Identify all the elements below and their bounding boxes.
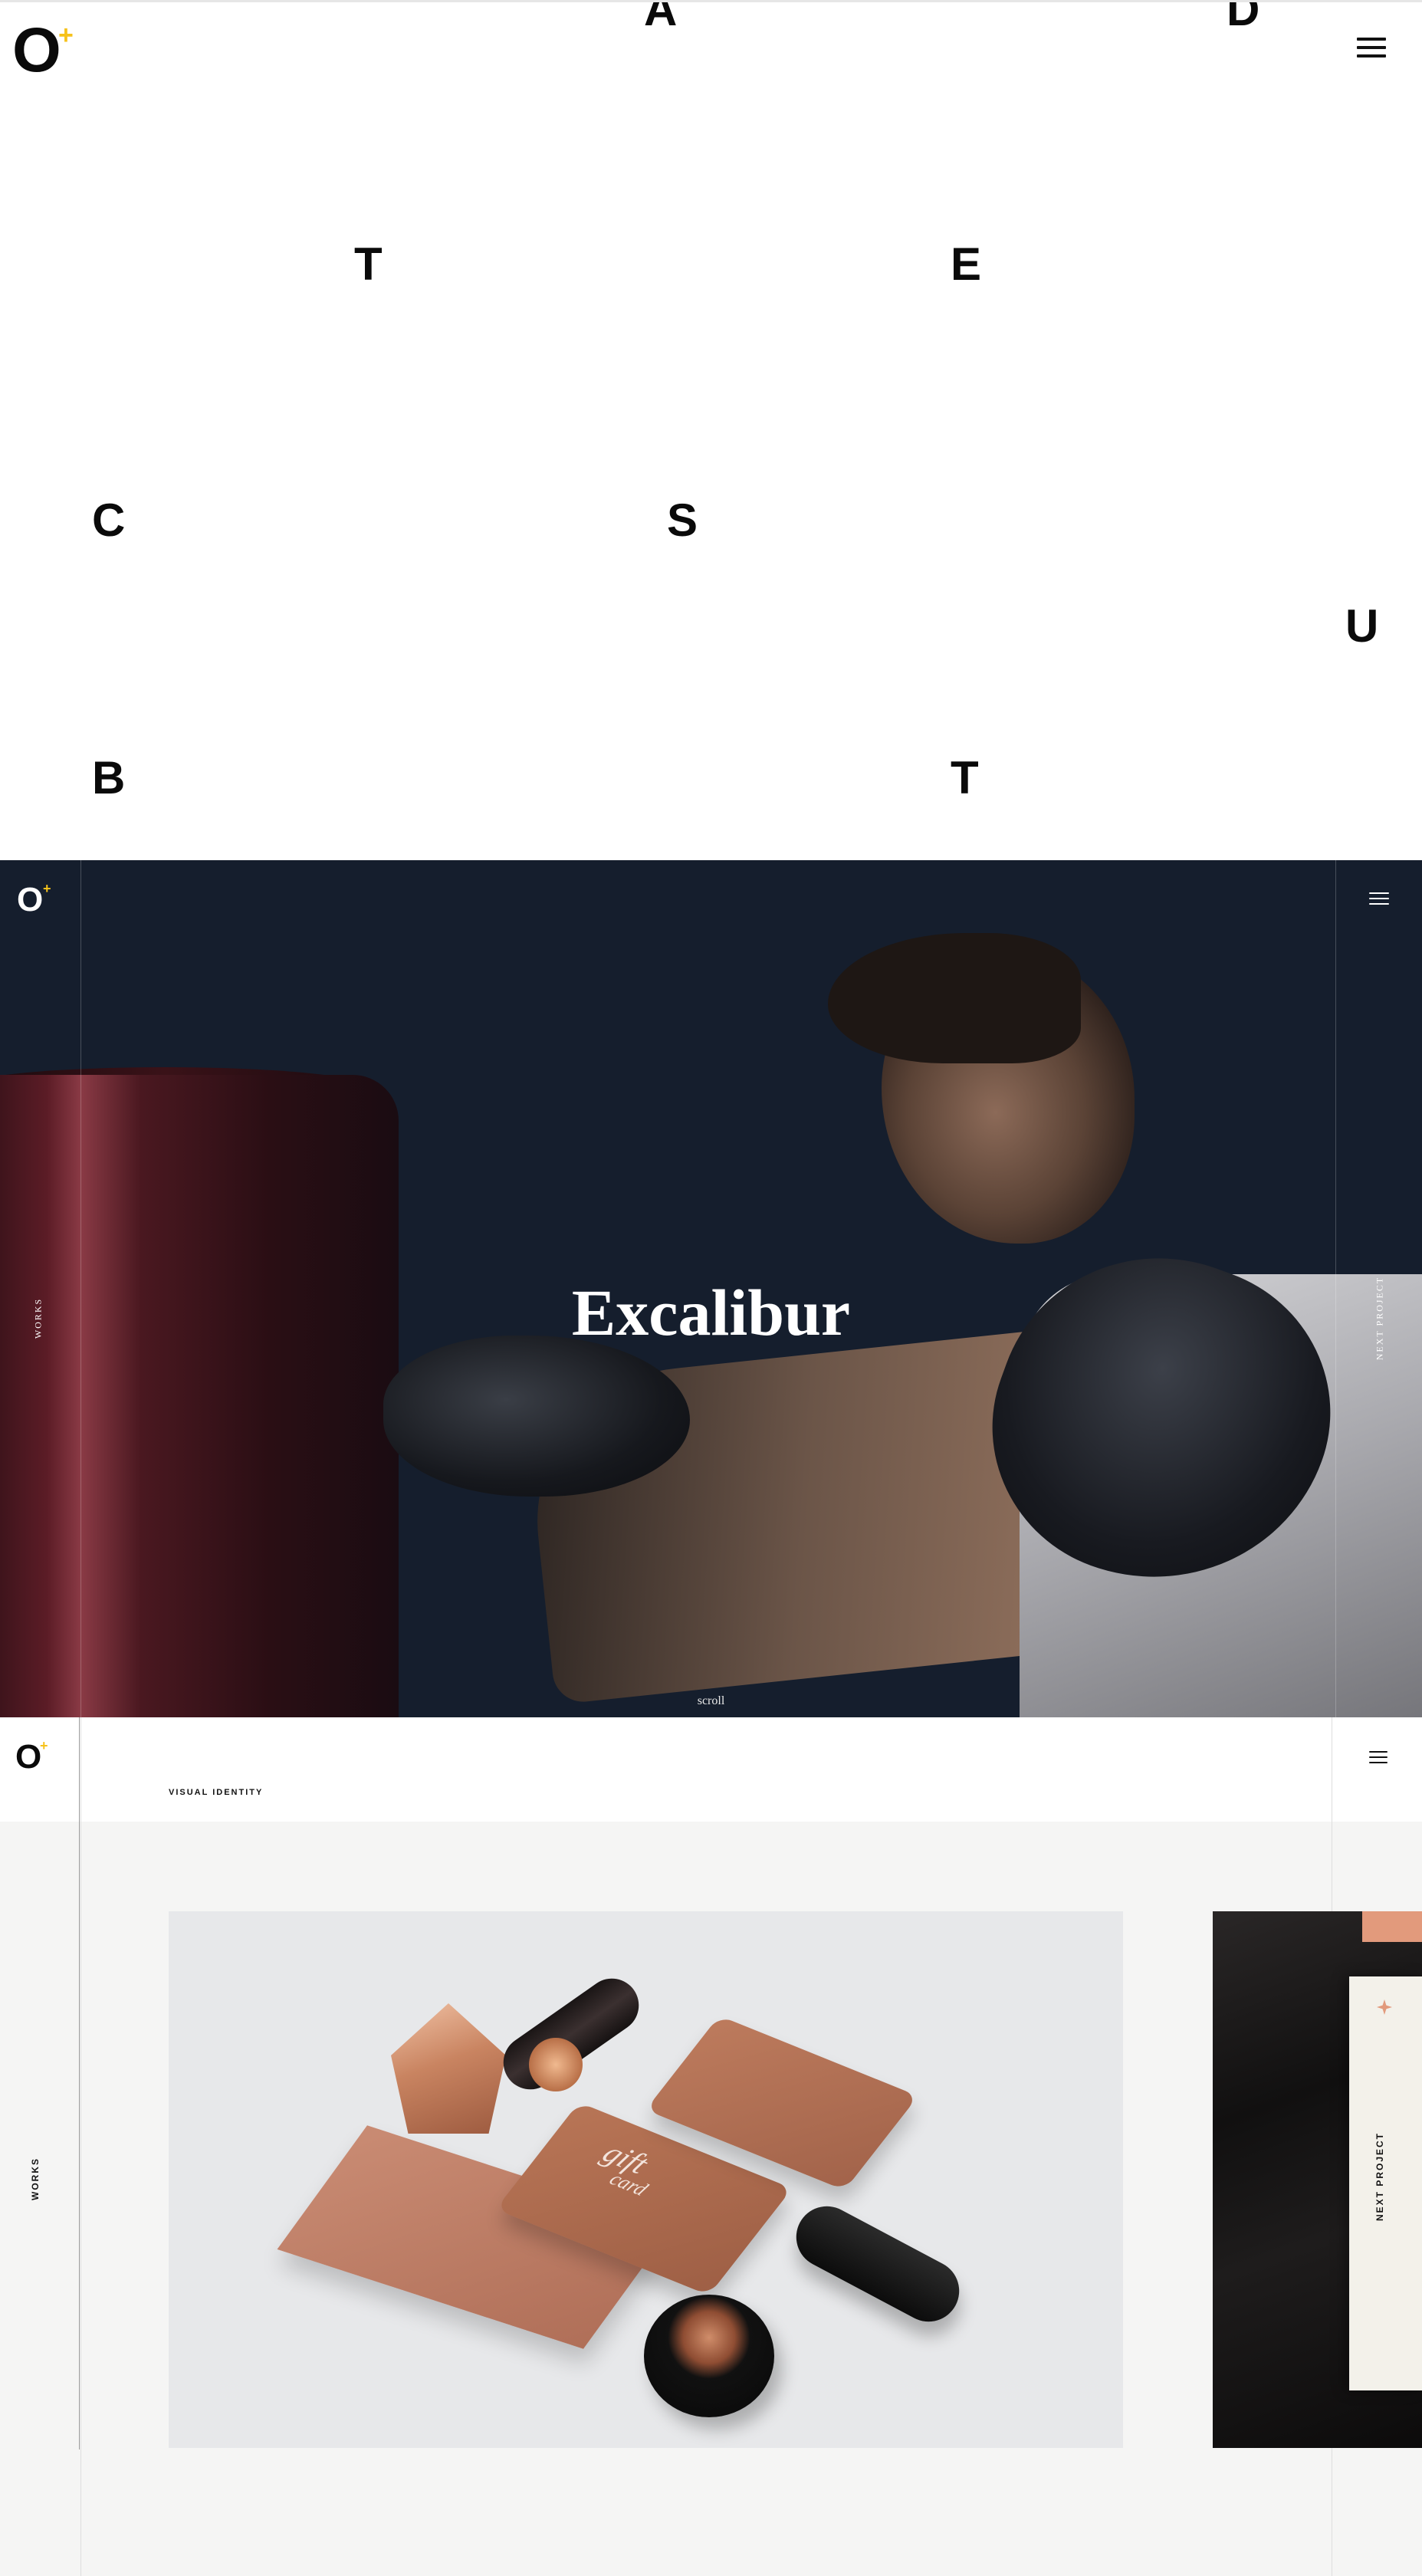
scattered-letter: C: [92, 495, 126, 546]
stapler-object: [785, 2195, 970, 2333]
copper-gem-object: [391, 2003, 506, 2134]
next-project-card[interactable]: [1213, 1911, 1422, 2448]
next-project-accent: [1362, 1911, 1422, 1942]
scattered-letter: T: [354, 238, 383, 290]
site-logo[interactable]: O +: [12, 19, 81, 82]
project-detail-section: O + VISUAL IDENTITY WORKS gift card NEXT…: [0, 1717, 1422, 2576]
hamburger-icon[interactable]: [1357, 38, 1386, 58]
hero-section: O + WORKS NEXT PROJECT Excalibur scroll: [0, 860, 1422, 1717]
logo-plus-mark: +: [40, 1738, 48, 1753]
hamburger-icon[interactable]: [1369, 1751, 1388, 1763]
intro-section: O + A D T E C S U B T: [0, 0, 1422, 860]
side-next-project-link[interactable]: NEXT PROJECT: [1374, 2132, 1385, 2221]
logo-letter: O: [12, 15, 61, 85]
scattered-letter: U: [1345, 600, 1379, 652]
logo-letter: O: [17, 881, 44, 918]
left-divider-light: [80, 1717, 81, 2576]
next-project-brochure: [1349, 1976, 1422, 2390]
brochure-emblem-icon: [1377, 1999, 1392, 2015]
site-logo[interactable]: O +: [15, 1738, 48, 1776]
site-logo[interactable]: O +: [17, 881, 51, 918]
project-image-card[interactable]: gift card: [169, 1911, 1123, 2448]
scroll-indicator[interactable]: scroll: [0, 1694, 1422, 1708]
wax-seal-base: [529, 2038, 583, 2091]
scattered-letter: T: [951, 752, 979, 803]
scattered-letter: E: [951, 238, 982, 290]
logo-letter: O: [15, 1738, 42, 1776]
boxer-hair: [828, 933, 1081, 1063]
gift-card-text: gift card: [585, 2136, 668, 2200]
clip-holder-object: [644, 2295, 774, 2417]
punching-bag: [0, 1075, 399, 1717]
scattered-letter: B: [92, 752, 126, 803]
header-bar: [0, 1717, 1422, 1822]
scattered-letter: A: [644, 0, 678, 35]
scattered-letter: S: [667, 495, 698, 546]
project-title[interactable]: Excalibur: [0, 1274, 1422, 1351]
scattered-letter: D: [1227, 0, 1260, 35]
side-works-link[interactable]: WORKS: [30, 2150, 41, 2208]
boxing-glove-left: [383, 1336, 690, 1497]
category-label: VISUAL IDENTITY: [169, 1788, 264, 1797]
hamburger-icon[interactable]: [1369, 892, 1389, 905]
left-divider: [79, 1717, 80, 2450]
logo-plus-mark: +: [58, 21, 74, 50]
logo-plus-mark: +: [43, 881, 51, 896]
